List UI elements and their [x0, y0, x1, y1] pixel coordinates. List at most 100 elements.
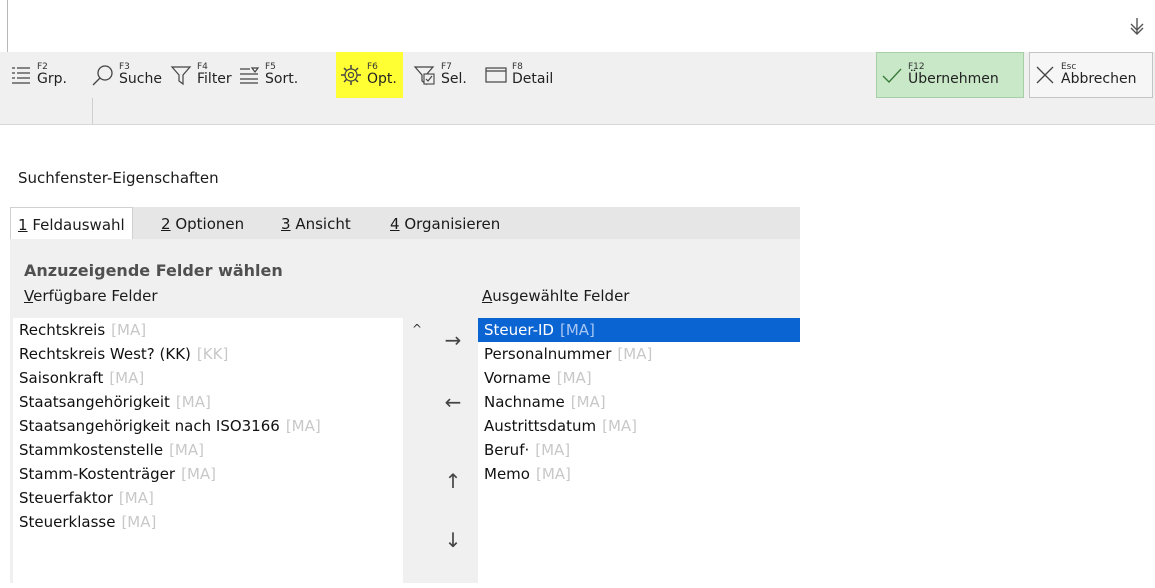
button-label: Übernehmen	[908, 71, 999, 87]
list-item[interactable]: Stammkostenstelle [MA]	[13, 438, 403, 462]
remove-field-button[interactable]: ←	[440, 389, 466, 415]
field-tag: [MA]	[535, 441, 571, 459]
divider	[7, 0, 8, 52]
field-tag: [MA]	[617, 345, 653, 363]
field-tag: [MA]	[111, 321, 147, 339]
field-name: Vorname	[484, 369, 551, 387]
button-label: Grp.	[37, 71, 67, 87]
top-input-strip	[0, 0, 1155, 52]
button-label: Detail	[512, 71, 554, 87]
list-item[interactable]: Saisonkraft [MA]	[13, 366, 403, 390]
tab-accelerator: 4	[390, 215, 400, 233]
add-field-button[interactable]: →	[440, 327, 466, 353]
label-accelerator: V	[24, 287, 34, 305]
button-label: Suche	[119, 71, 162, 87]
close-icon	[1030, 60, 1060, 90]
field-tag: [MA]	[175, 393, 211, 411]
list-item[interactable]: Vorname [MA]	[478, 366, 800, 390]
field-name: Beruf·	[484, 441, 530, 459]
label-text: usgewählte Felder	[492, 287, 630, 305]
field-name: Austrittsdatum	[484, 417, 597, 435]
selection-button[interactable]: F7 Sel.	[410, 52, 467, 98]
list-item[interactable]: Austrittsdatum [MA]	[478, 414, 800, 438]
sort-icon	[234, 60, 264, 90]
group-button[interactable]: F2 Grp.	[6, 52, 67, 98]
window-icon	[481, 60, 511, 90]
list-item[interactable]: Personalnummer [MA]	[478, 342, 800, 366]
filter-check-icon	[410, 60, 440, 90]
available-fields-label: Verfügbare Felder	[24, 287, 157, 305]
move-up-button[interactable]: ↑	[440, 468, 466, 494]
detail-button[interactable]: F8 Detail	[481, 52, 553, 98]
tab-accelerator: 2	[161, 215, 171, 233]
search-icon	[88, 60, 118, 90]
tab-label: Optionen	[170, 215, 245, 233]
field-tag: [MA]	[559, 321, 595, 339]
field-name: Staatsangehörigkeit	[19, 393, 170, 411]
field-name: Steuerklasse	[19, 513, 116, 531]
field-name: Steuer-ID	[484, 321, 554, 339]
tab-accelerator: 3	[281, 215, 291, 233]
available-fields-list[interactable]: Rechtskreis [MA] Rechtskreis West? (KK) [KK…	[13, 318, 403, 588]
list-item[interactable]: Steuer-ID [MA]	[478, 318, 800, 342]
list-item[interactable]: Rechtskreis [MA]	[13, 318, 403, 342]
group-list-icon	[6, 60, 36, 90]
double-arrow-down-icon[interactable]	[1125, 16, 1149, 40]
field-tag: [MA]	[535, 465, 571, 483]
field-name: Rechtskreis	[19, 321, 106, 339]
field-tag: [MA]	[118, 489, 154, 507]
move-down-button[interactable]: ↓	[440, 527, 466, 553]
tab-optionen[interactable]: 2 Optionen	[154, 207, 251, 239]
selected-fields-label: Ausgewählte Felder	[482, 287, 629, 305]
tab-label: Organisieren	[399, 215, 501, 233]
list-item[interactable]: Beruf· [MA]	[478, 438, 800, 462]
tab-organisieren[interactable]: 4 Organisieren	[383, 207, 507, 239]
list-item[interactable]: Staatsangehörigkeit [MA]	[13, 390, 403, 414]
selected-fields-list[interactable]: Steuer-ID [MA] Personalnummer [MA] Vorname [M…	[478, 318, 800, 588]
scroll-up-icon[interactable]: ^	[410, 318, 424, 338]
sort-button[interactable]: F5 Sort.	[234, 52, 298, 98]
label-accelerator: A	[482, 287, 493, 305]
field-name: Personalnummer	[484, 345, 612, 363]
field-name: Stamm-Kostenträger	[19, 465, 176, 483]
toolbar-lower-band	[0, 98, 1155, 125]
button-label: Abbrechen	[1061, 71, 1137, 87]
field-tag: [MA]	[181, 465, 217, 483]
button-label: Sel.	[441, 71, 467, 87]
field-tag: [MA]	[570, 393, 606, 411]
tab-ansicht[interactable]: 3 Ansicht	[274, 207, 358, 239]
divider	[92, 98, 93, 124]
button-label: Sort.	[265, 71, 299, 87]
list-item[interactable]: Staatsangehörigkeit nach ISO3166 [MA]	[13, 414, 403, 438]
filter-button[interactable]: F4 Filter	[166, 52, 232, 98]
field-name: Stammkostenstelle	[19, 441, 164, 459]
field-tag: [MA]	[602, 417, 638, 435]
list-item[interactable]: Steuerklasse [MA]	[13, 510, 403, 534]
cancel-button[interactable]: Esc Abbrechen	[1029, 52, 1153, 98]
field-tag: [KK]	[196, 345, 229, 363]
tab-bar: 1 Feldauswahl 2 Optionen 3 Ansicht 4 Org…	[10, 207, 800, 240]
list-item[interactable]: Steuerfaktor [MA]	[13, 486, 403, 510]
field-name: Steuerfaktor	[19, 489, 113, 507]
tab-feldauswahl[interactable]: 1 Feldauswahl	[10, 207, 133, 240]
field-tag: [MA]	[556, 369, 592, 387]
field-tag: [MA]	[121, 513, 157, 531]
field-name: Saisonkraft	[19, 369, 104, 387]
field-tag: [MA]	[169, 441, 204, 459]
list-item[interactable]: Nachname [MA]	[478, 390, 800, 414]
list-item[interactable]: Stamm-Kostenträger [MA]	[13, 462, 403, 486]
tab-label: Feldauswahl	[27, 216, 125, 234]
list-item[interactable]: Rechtskreis West? (KK) [KK]	[13, 342, 403, 366]
field-name: Nachname	[484, 393, 565, 411]
options-button[interactable]: F6 Opt.	[336, 52, 403, 98]
toolbar: F2 Grp. F3 Suche F4 Filter F5 Sort. F6 Opt.	[0, 52, 1155, 98]
button-label: Filter	[197, 71, 232, 87]
label-text: erfügbare Felder	[33, 287, 158, 305]
filter-icon	[166, 60, 196, 90]
accept-button[interactable]: F12 Übernehmen	[876, 52, 1024, 98]
tab-panel: Anzuzeigende Felder wählen Verfügbare Fe…	[10, 239, 800, 588]
list-item[interactable]: Memo [MA]	[478, 462, 800, 486]
field-name: Memo	[484, 465, 530, 483]
search-button[interactable]: F3 Suche	[88, 52, 162, 98]
gear-icon	[336, 60, 366, 90]
